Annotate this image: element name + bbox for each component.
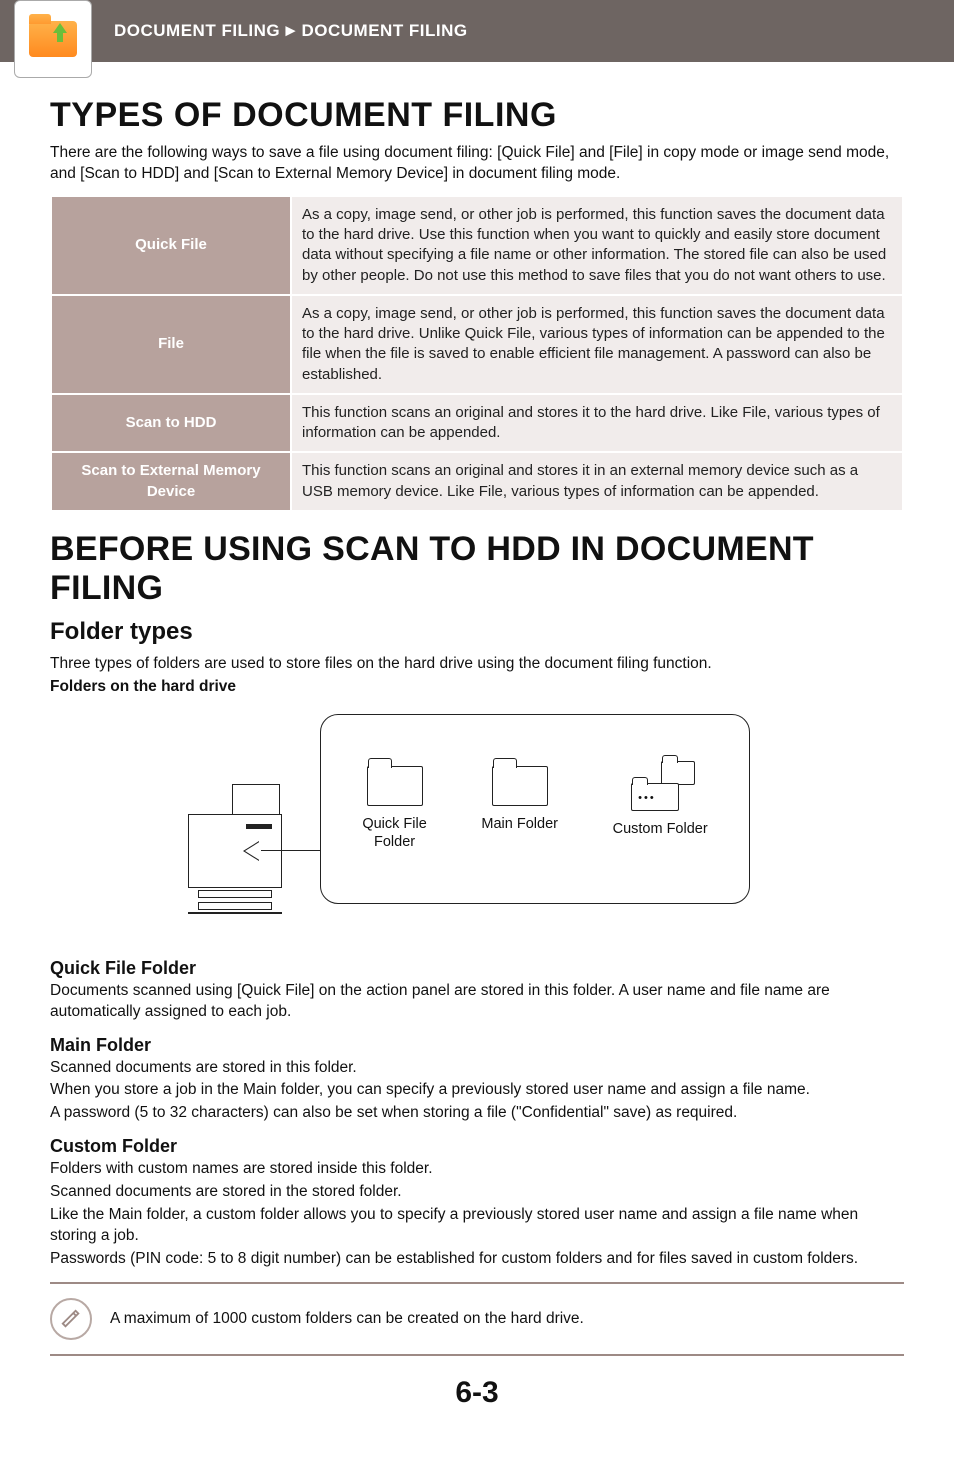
diagram-callout: Quick File Folder Main Folder ••• Custom… (320, 714, 750, 904)
custom-folder-body: Like the Main folder, a custom folder al… (50, 1205, 904, 1247)
before-heading: BEFORE USING SCAN TO HDD IN DOCUMENT FIL… (50, 530, 904, 608)
type-label: Quick File (51, 196, 291, 295)
type-desc: As a copy, image send, or other job is p… (291, 295, 903, 394)
table-row: Quick File As a copy, image send, or oth… (51, 196, 903, 295)
table-row: Scan to HDD This function scans an origi… (51, 394, 903, 453)
type-desc: As a copy, image send, or other job is p… (291, 196, 903, 295)
folders-icon: ••• (625, 761, 695, 811)
breadcrumb: DOCUMENT FILING►DOCUMENT FILING (114, 21, 468, 41)
diagram-label: Custom Folder (613, 821, 708, 838)
divider (50, 1354, 904, 1356)
quick-file-folder-heading: Quick File Folder (50, 958, 904, 979)
folder-icon (367, 766, 423, 806)
diagram-quick-file-folder: Quick File Folder (362, 766, 426, 851)
folders-diagram: Quick File Folder Main Folder ••• Custom… (202, 714, 752, 934)
types-intro: There are the following ways to save a f… (50, 143, 904, 185)
breadcrumb-page: DOCUMENT FILING (301, 21, 467, 40)
diagram-custom-folder: ••• Custom Folder (613, 761, 708, 856)
folder-types-intro: Three types of folders are used to store… (50, 654, 904, 675)
main-folder-body: Scanned documents are stored in this fol… (50, 1058, 904, 1079)
type-label: Scan to HDD (51, 394, 291, 453)
folder-icon (492, 766, 548, 806)
custom-folder-body: Passwords (PIN code: 5 to 8 digit number… (50, 1249, 904, 1270)
pencil-note-icon (50, 1298, 92, 1340)
quick-file-folder-body: Documents scanned using [Quick File] on … (50, 981, 904, 1023)
main-folder-body: When you store a job in the Main folder,… (50, 1080, 904, 1101)
breadcrumb-section: DOCUMENT FILING (114, 21, 280, 40)
header-bar: DOCUMENT FILING►DOCUMENT FILING (0, 0, 954, 62)
main-folder-body: A password (5 to 32 characters) can also… (50, 1103, 904, 1124)
diagram-main-folder: Main Folder (481, 766, 558, 851)
table-row: Scan to External Memory Device This func… (51, 452, 903, 511)
type-label: Scan to External Memory Device (51, 452, 291, 511)
printer-icon (188, 784, 282, 924)
folder-upload-icon (14, 0, 92, 78)
main-folder-heading: Main Folder (50, 1035, 904, 1056)
diagram-label: Main Folder (481, 816, 558, 833)
note-text: A maximum of 1000 custom folders can be … (110, 1310, 584, 1328)
note: A maximum of 1000 custom folders can be … (50, 1282, 904, 1356)
diagram-label: Folder (362, 834, 426, 851)
type-desc: This function scans an original and stor… (291, 394, 903, 453)
type-desc: This function scans an original and stor… (291, 452, 903, 511)
diagram-label: Quick File (362, 816, 426, 833)
breadcrumb-separator-icon: ► (282, 21, 299, 40)
type-label: File (51, 295, 291, 394)
custom-folder-body: Folders with custom names are stored ins… (50, 1159, 904, 1180)
folder-types-heading: Folder types (50, 618, 904, 646)
folders-on-hdd-label: Folders on the hard drive (50, 677, 904, 698)
table-row: File As a copy, image send, or other job… (51, 295, 903, 394)
types-heading: TYPES OF DOCUMENT FILING (50, 96, 904, 135)
custom-folder-heading: Custom Folder (50, 1136, 904, 1157)
types-table: Quick File As a copy, image send, or oth… (50, 195, 904, 512)
custom-folder-body: Scanned documents are stored in the stor… (50, 1182, 904, 1203)
page-number: 6-3 (50, 1376, 904, 1410)
